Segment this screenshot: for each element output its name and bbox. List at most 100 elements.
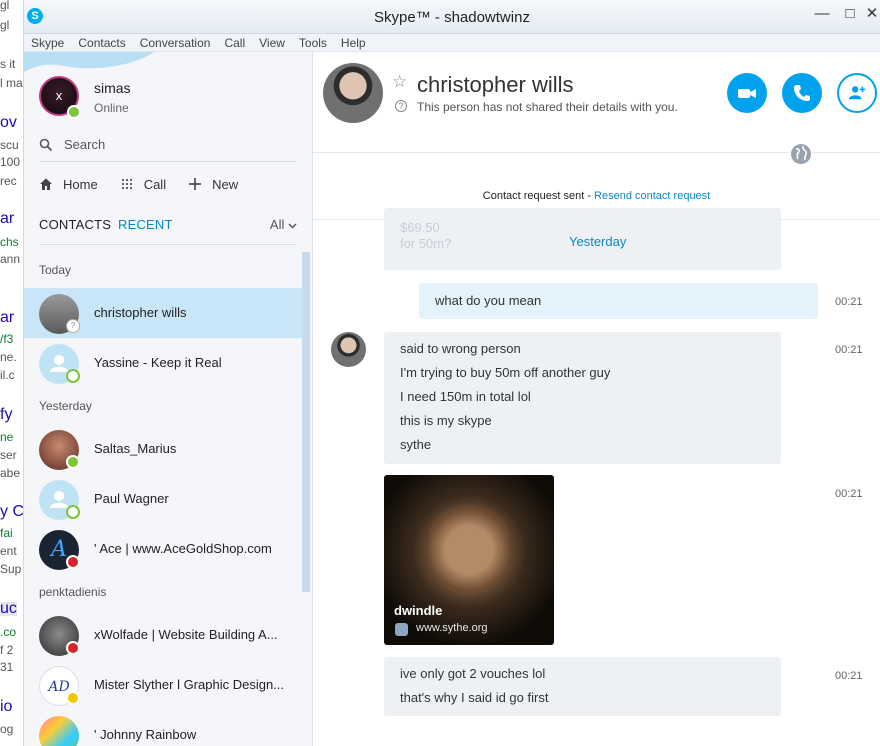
contact-subtitle: This person has not shared their details… (417, 100, 678, 114)
new-button[interactable]: New (188, 174, 238, 194)
contact-row-christopher-wills[interactable]: ? christopher wills (24, 288, 302, 338)
video-camera-icon (738, 89, 756, 98)
video-call-button[interactable] (727, 73, 767, 113)
preview-image (429, 495, 509, 595)
contact-row-saltas-marius[interactable]: Saltas_Marius (24, 424, 302, 474)
status-online-ring-icon (66, 505, 80, 519)
message-text: this is my skype (400, 413, 492, 428)
message-text: $69.50 (400, 220, 440, 235)
bg-text: f 2 (0, 643, 14, 657)
section-header: Today (39, 263, 72, 277)
conversation-panel: ☆ christopher wills ? This person has no… (313, 52, 880, 746)
tab-contacts[interactable]: CONTACTS (39, 217, 111, 232)
bg-url: fai (0, 526, 13, 540)
request-sent-text: Contact request sent - (482, 190, 595, 202)
contact-row-johnny-rainbow[interactable]: ' Johnny Rainbow (24, 710, 302, 746)
contact-name: Yassine - Keep it Real (94, 355, 222, 370)
message-text: said to wrong person (400, 341, 521, 356)
message-time: 00:21 (835, 670, 863, 682)
globe-icon[interactable] (790, 143, 812, 165)
home-icon (40, 178, 52, 190)
menu-view[interactable]: View (259, 34, 292, 51)
message-text: what do you mean (435, 293, 542, 308)
contact-avatar (39, 716, 79, 746)
plus-icon (189, 178, 202, 190)
call-label: Call (143, 176, 167, 192)
menu-tools[interactable]: Tools (299, 34, 334, 51)
search-input[interactable]: Search (64, 137, 105, 152)
title-bar[interactable]: S Skype™ - shadowtwinz — □ ✕ (24, 0, 880, 34)
resend-request-link[interactable]: Resend contact request (594, 190, 710, 202)
close-icon[interactable]: ✕ (864, 4, 880, 26)
bg-text: ann (0, 252, 21, 266)
contact-name: christopher wills (94, 305, 187, 320)
conversation-header: ☆ christopher wills ? This person has no… (313, 52, 880, 152)
message-bubble[interactable]: ive only got 2 vouches lol that's why I … (384, 657, 781, 716)
home-button[interactable]: Home (39, 174, 98, 194)
menu-contacts[interactable]: Contacts (78, 34, 132, 51)
bg-text: s it (0, 57, 16, 71)
status-dnd-icon (66, 641, 80, 655)
add-people-button[interactable] (837, 73, 877, 113)
bg-link: y C (0, 503, 24, 520)
message-text: ive only got 2 vouches lol (400, 666, 546, 681)
maximize-icon[interactable]: □ (836, 4, 864, 26)
menu-skype[interactable]: Skype (31, 34, 71, 51)
my-status-online-icon (67, 105, 81, 119)
status-dnd-icon (66, 555, 80, 569)
skype-screen: gl gl s it l ma ov scu 100 rec ar chs an… (0, 0, 880, 746)
add-person-icon (848, 86, 866, 100)
bg-link: ar (0, 210, 15, 227)
call-button[interactable]: Call (120, 174, 166, 194)
contact-title[interactable]: christopher wills (417, 72, 574, 98)
message-bubble[interactable]: said to wrong person I'm trying to buy 5… (384, 332, 781, 464)
tab-recent[interactable]: RECENT (118, 217, 173, 232)
search-icon (39, 138, 53, 152)
search-box[interactable]: Search (39, 132, 297, 162)
sender-avatar[interactable] (331, 332, 366, 367)
contact-row-xwolfade[interactable]: xWolfade | Website Building A... (24, 610, 302, 660)
quick-nav: Home Call New (39, 174, 260, 194)
my-status-text[interactable]: Online (94, 101, 129, 115)
message-time: 00:21 (835, 296, 863, 308)
contact-row-yassine[interactable]: Yassine - Keep it Real (24, 338, 302, 388)
message-text: I'm trying to buy 50m off another guy (400, 365, 611, 380)
left-sidebar: x simas Online Search Home Call New CONT… (24, 52, 313, 746)
contact-row-paul-wagner[interactable]: Paul Wagner (24, 474, 302, 524)
bg-text: ent (0, 544, 17, 558)
bg-text: ser (0, 448, 17, 462)
contact-name: ' Johnny Rainbow (94, 727, 197, 742)
preview-site: www.sythe.org (416, 622, 488, 634)
status-online-ring-icon (66, 369, 80, 383)
contact-row-ace[interactable]: A ' Ace | www.AceGoldShop.com (24, 524, 302, 574)
background-browser-page: gl gl s it l ma ov scu 100 rec ar chs an… (0, 0, 24, 746)
menu-help[interactable]: Help (341, 34, 373, 51)
link-preview-card[interactable]: dwindle www.sythe.org (384, 475, 554, 645)
bg-text: 100 (0, 155, 21, 169)
message-bubble-outgoing[interactable]: what do you mean (419, 283, 818, 319)
bg-text: ne. (0, 350, 17, 364)
contact-avatar-large[interactable] (323, 63, 383, 123)
favorite-star-icon[interactable]: ☆ (392, 72, 407, 92)
my-name[interactable]: simas (94, 80, 131, 96)
recent-list: Today ? christopher wills Yassine - Keep… (24, 252, 302, 746)
bg-text: il.c (0, 368, 15, 382)
contacts-tabs: CONTACTS RECENT All (39, 215, 297, 245)
contact-row-mister-slyther[interactable]: AD Mister Slyther l Graphic Design... (24, 660, 302, 710)
bg-text: abe (0, 466, 21, 480)
contact-name: Mister Slyther l Graphic Design... (94, 677, 285, 692)
bg-url: .co (0, 625, 17, 639)
section-header: penktadienis (39, 585, 107, 599)
menu-conversation[interactable]: Conversation (140, 34, 218, 51)
voice-call-button[interactable] (782, 73, 822, 113)
minimize-icon[interactable]: — (808, 4, 836, 26)
bg-text: gl (0, 0, 10, 12)
message-time: 00:21 (835, 488, 863, 500)
bg-text: Sup (0, 562, 22, 576)
message-history[interactable]: $69.50 for 50m? Yesterday what do you me… (313, 208, 880, 746)
menu-call[interactable]: Call (224, 34, 252, 51)
filter-dropdown[interactable]: All (270, 217, 297, 232)
bg-link: io (0, 698, 13, 715)
status-unknown-icon: ? (66, 319, 80, 333)
contact-list-scrollbar[interactable] (302, 252, 310, 592)
